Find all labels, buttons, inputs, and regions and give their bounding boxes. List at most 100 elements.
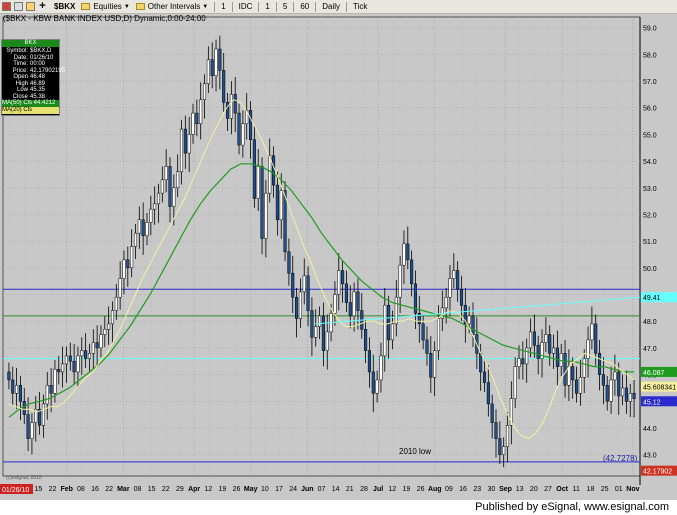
candle-body	[206, 59, 210, 84]
print-icon[interactable]	[14, 2, 23, 11]
chart-area[interactable]: 01081522Feb081622Mar08152229Apr121926May…	[0, 14, 677, 500]
candle-body	[410, 259, 414, 285]
candle-body	[613, 371, 617, 381]
y-tick-label: 57.0	[643, 79, 657, 86]
data-window-label: Open	[13, 74, 28, 80]
candle-body	[544, 334, 548, 343]
candle-body	[348, 302, 352, 317]
candle-body	[241, 123, 245, 146]
candle-body	[84, 350, 88, 359]
candle-body	[563, 352, 567, 386]
candle-body	[364, 328, 368, 351]
candle-body	[387, 304, 391, 341]
interval-button-1[interactable]: IDC	[239, 2, 253, 12]
candle-body	[590, 323, 594, 341]
candle-body	[605, 385, 609, 402]
candle-body	[325, 331, 329, 351]
candle-body	[68, 355, 72, 362]
x-tick-label: Sep	[499, 486, 512, 493]
x-tick-label: 22	[49, 486, 57, 493]
candle-body	[76, 355, 80, 373]
candle-body	[18, 385, 22, 402]
candle-body	[456, 270, 460, 290]
candle-body	[72, 361, 76, 373]
candle-body	[433, 350, 437, 378]
candle-body	[30, 422, 34, 439]
candle-body	[601, 374, 605, 386]
price-chart[interactable]: 01081522Feb081622Mar08152229Apr121926May…	[0, 14, 677, 500]
chart-icon[interactable]	[26, 2, 35, 11]
candle-body	[99, 334, 103, 349]
candle-body	[598, 352, 602, 375]
data-window-value: 46.48	[30, 74, 46, 80]
x-tick-label: 12	[388, 486, 396, 493]
candle-body	[287, 251, 291, 274]
candle-body	[191, 112, 195, 135]
candle-body	[628, 393, 632, 402]
candle-body	[571, 366, 575, 381]
interval-button-3[interactable]: 5	[283, 2, 287, 12]
price-tag-text: 42.17902	[643, 469, 672, 476]
candle-body	[153, 203, 157, 210]
x-tick-label: 24	[289, 486, 297, 493]
candle-body	[394, 296, 398, 325]
x-tick-label: Apr	[188, 486, 200, 493]
candle-body	[528, 331, 533, 349]
folder-icon	[135, 3, 145, 10]
toolbar-separator	[231, 1, 233, 12]
toolbar: + $BKX Equities ▼ Other Intervals ▼ 1 IDC 1 5…	[0, 0, 677, 14]
candle-body	[521, 358, 525, 365]
candle-body	[367, 350, 371, 373]
x-tick-label: 23	[473, 486, 481, 493]
x-tick-label: 20	[530, 486, 538, 493]
candle-body	[594, 323, 598, 354]
data-window-label: Time:	[13, 61, 28, 67]
candle-body	[318, 315, 322, 327]
candle-body	[632, 393, 636, 399]
candle-body	[210, 59, 214, 76]
candle-body	[341, 270, 345, 285]
equities-menu[interactable]: Equities ▼	[81, 2, 130, 11]
interval-button-4[interactable]: 60	[300, 2, 309, 12]
candle-body	[482, 371, 487, 383]
x-tick-label: 15	[34, 486, 42, 493]
candle-body	[344, 283, 348, 303]
y-tick-label: 54.0	[643, 159, 657, 166]
candle-body	[467, 315, 471, 325]
toolbar-separator	[258, 1, 260, 12]
equities-label: Equities	[93, 2, 122, 11]
interval-button-0[interactable]: 1	[221, 2, 225, 12]
candle-body	[87, 352, 92, 359]
candle-body	[444, 296, 448, 309]
candle-body	[621, 387, 625, 397]
candle-body	[310, 310, 314, 338]
x-tick-label: Nov	[626, 486, 639, 493]
plus-icon[interactable]: +	[38, 1, 47, 12]
candle-body	[578, 377, 582, 394]
candle-body	[130, 246, 134, 269]
symbol-field[interactable]: $BKX	[54, 2, 75, 11]
candle-body	[103, 328, 107, 335]
candle-body	[218, 48, 222, 71]
x-tick-label: 25	[601, 486, 609, 493]
candle-body	[118, 278, 122, 298]
x-tick-label: Feb	[60, 486, 72, 493]
grid-icon[interactable]	[2, 2, 11, 11]
candle-body	[268, 155, 272, 194]
candle-body	[107, 323, 111, 330]
candle-body	[390, 323, 395, 341]
candle-body	[575, 379, 579, 394]
candle-body	[202, 83, 207, 100]
interval-button-5[interactable]: Daily	[322, 2, 340, 12]
caret-down-icon: ▼	[123, 3, 130, 10]
candle-body	[582, 358, 586, 378]
candle-body	[137, 219, 141, 234]
candle-body	[26, 414, 30, 439]
other-intervals-menu[interactable]: Other Intervals ▼	[135, 2, 208, 11]
candle-body	[260, 166, 264, 239]
interval-button-2[interactable]: 1	[265, 2, 269, 12]
x-tick-label: 26	[417, 486, 425, 493]
candle-body	[498, 438, 502, 455]
x-tick-label: 14	[332, 486, 340, 493]
interval-button-6[interactable]: Tick	[353, 2, 367, 12]
